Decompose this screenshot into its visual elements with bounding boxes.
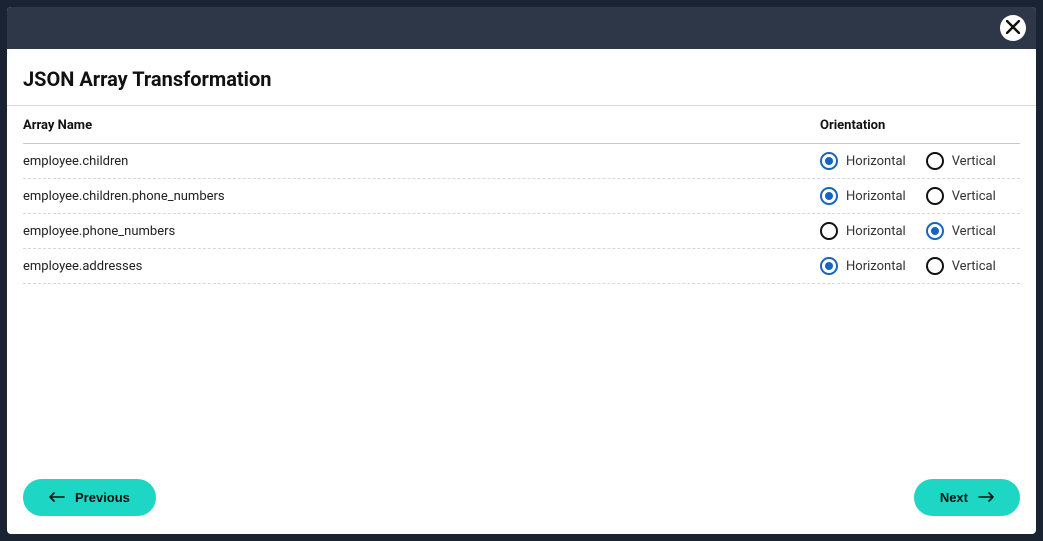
array-name-cell: employee.phone_numbers [23, 224, 820, 239]
radio-icon [820, 222, 838, 240]
previous-button[interactable]: Previous [23, 479, 156, 516]
previous-button-label: Previous [75, 490, 130, 505]
radio-option-horizontal[interactable]: Horizontal [820, 222, 906, 240]
table-row: employee.children.phone_numbersHorizonta… [23, 179, 1020, 214]
radio-icon [926, 257, 944, 275]
radio-icon [926, 187, 944, 205]
orientation-cell: Horizontal Vertical [820, 222, 1020, 240]
radio-icon [926, 222, 944, 240]
orientation-cell: Horizontal Vertical [820, 187, 1020, 205]
column-header-orientation: Orientation [820, 118, 1020, 133]
radio-dot-icon [931, 227, 939, 235]
array-name-cell: employee.children.phone_numbers [23, 189, 820, 204]
modal-footer: Previous Next [7, 461, 1036, 534]
array-name-cell: employee.addresses [23, 259, 820, 274]
column-header-array-name: Array Name [23, 118, 820, 133]
modal-title: JSON Array Transformation [23, 67, 1020, 91]
arrow-left-icon [49, 490, 65, 505]
radio-label: Vertical [952, 259, 996, 274]
radio-icon [820, 187, 838, 205]
radio-label: Horizontal [846, 259, 906, 274]
table-body: employee.childrenHorizontalVerticalemplo… [23, 144, 1020, 284]
arrow-right-icon [978, 490, 994, 505]
radio-option-vertical[interactable]: Vertical [926, 222, 996, 240]
close-icon [1006, 20, 1020, 37]
radio-option-vertical[interactable]: Vertical [926, 152, 996, 170]
orientation-cell: Horizontal Vertical [820, 257, 1020, 275]
radio-icon [820, 152, 838, 170]
radio-icon [926, 152, 944, 170]
table-row: employee.phone_numbers Horizontal Vertical [23, 214, 1020, 249]
table-header: Array Name Orientation [23, 106, 1020, 144]
table-container: Array Name Orientation employee.children… [7, 106, 1036, 461]
table-row: employee.children Horizontal Vertical [23, 144, 1020, 179]
radio-label: Vertical [952, 189, 996, 204]
radio-dot-icon [825, 262, 833, 270]
radio-option-horizontal[interactable]: Horizontal [820, 187, 906, 205]
radio-label: Horizontal [846, 189, 906, 204]
radio-option-vertical[interactable]: Vertical [926, 257, 996, 275]
array-name-cell: employee.children [23, 154, 820, 169]
radio-option-vertical[interactable]: Vertical [926, 187, 996, 205]
modal-title-section: JSON Array Transformation [7, 49, 1036, 106]
radio-option-horizontal[interactable]: Horizontal [820, 152, 906, 170]
radio-option-horizontal[interactable]: Horizontal [820, 257, 906, 275]
next-button-label: Next [940, 490, 968, 505]
radio-label: Vertical [952, 154, 996, 169]
next-button[interactable]: Next [914, 479, 1020, 516]
table-row: employee.addresses Horizontal Vertical [23, 249, 1020, 284]
radio-icon [820, 257, 838, 275]
radio-label: Vertical [952, 224, 996, 239]
radio-label: Horizontal [846, 224, 906, 239]
close-button[interactable] [1000, 15, 1026, 41]
radio-label: Horizontal [846, 154, 906, 169]
radio-dot-icon [825, 157, 833, 165]
modal-dialog: JSON Array Transformation Array Name Ori… [7, 7, 1036, 534]
radio-dot-icon [825, 192, 833, 200]
modal-header-bar [7, 7, 1036, 49]
orientation-cell: Horizontal Vertical [820, 152, 1020, 170]
